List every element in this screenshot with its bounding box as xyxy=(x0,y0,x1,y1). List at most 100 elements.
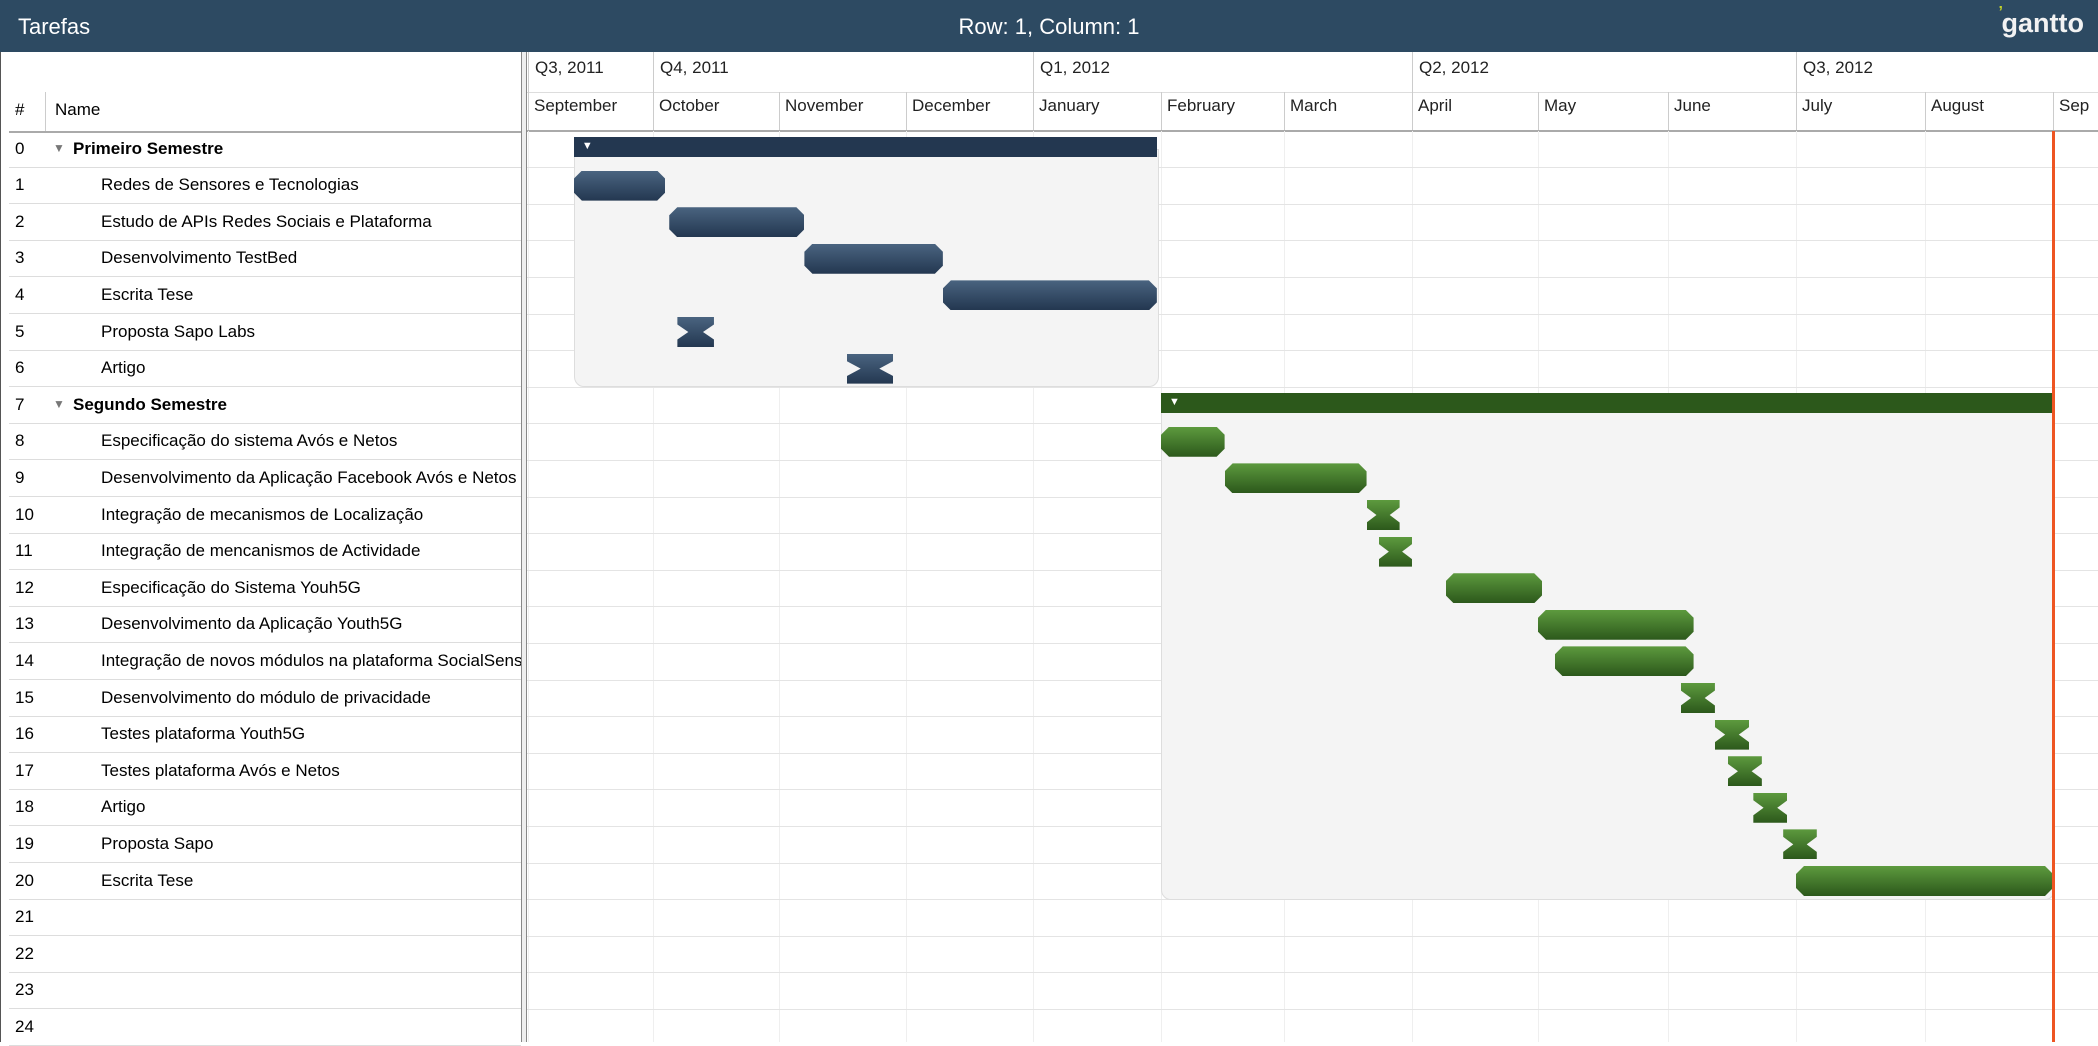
row-number: 14 xyxy=(15,650,34,670)
task-name[interactable]: Testes plataforma Avós e Netos xyxy=(101,761,521,781)
column-header-name[interactable]: Name xyxy=(55,100,100,120)
month-label: January xyxy=(1039,96,1100,115)
task-name[interactable]: Redes de Sensores e Tecnologias xyxy=(101,175,521,195)
month-label: Sep xyxy=(2059,96,2090,115)
month-label: July xyxy=(1802,96,1833,115)
cell-status: Row: 1, Column: 1 xyxy=(958,14,1140,39)
gantto-logo[interactable]: ’ gantto xyxy=(1999,4,2084,39)
task-name[interactable]: Proposta Sapo xyxy=(101,834,521,854)
column-header-number[interactable]: # xyxy=(15,100,24,120)
table-row[interactable]: 24 xyxy=(9,1009,521,1046)
table-row[interactable]: 15 Desenvolvimento do módulo de privacida… xyxy=(9,680,521,717)
table-row[interactable]: 1 Redes de Sensores e Tecnologias xyxy=(9,167,521,205)
quarter-divider xyxy=(1033,52,1034,92)
task-name[interactable]: Especificação do sistema Avós e Netos xyxy=(101,431,521,451)
table-row[interactable]: 21 xyxy=(9,899,521,937)
summary-collapse-icon[interactable]: ▼ xyxy=(582,141,593,152)
table-row[interactable]: 11 Integração de mencanismos de Actividad… xyxy=(9,533,521,571)
task-name[interactable]: Testes plataforma Youth5G xyxy=(101,724,521,744)
table-row[interactable]: 8 Especificação do sistema Avós e Netos xyxy=(9,423,521,461)
column-divider[interactable] xyxy=(45,92,46,131)
title-bar: Tarefas Row: 1, Column: 1 ’ gantto xyxy=(0,0,2098,52)
summary-collapse-icon[interactable]: ▼ xyxy=(1169,397,1180,408)
month-divider xyxy=(1668,92,1669,131)
task-bar[interactable] xyxy=(1796,866,2053,896)
table-row[interactable]: 13 Desenvolvimento da Aplicação Youth5G xyxy=(9,606,521,644)
task-name[interactable]: Desenvolvimento da Aplicação Facebook Av… xyxy=(101,468,521,488)
month-divider xyxy=(1284,92,1285,131)
task-name[interactable]: Artigo xyxy=(101,358,521,378)
month-divider xyxy=(1033,92,1034,131)
task-name[interactable]: Escrita Tese xyxy=(101,871,521,891)
table-row[interactable]: 6 Artigo xyxy=(9,350,521,388)
collapse-triangle-icon[interactable]: ▼ xyxy=(53,141,65,155)
task-bar[interactable] xyxy=(669,207,804,237)
table-row[interactable]: 12 Especificação do Sistema Youh5G xyxy=(9,570,521,607)
table-row[interactable]: 9 Desenvolvimento da Aplicação Facebook A… xyxy=(9,460,521,497)
table-row[interactable]: 2 Estudo de APIs Redes Sociais e Platafor… xyxy=(9,204,521,241)
task-bar[interactable] xyxy=(574,171,665,201)
task-name[interactable]: Proposta Sapo Labs xyxy=(101,322,521,342)
task-name[interactable]: Especificação do Sistema Youh5G xyxy=(101,578,521,598)
table-row[interactable]: 20 Escrita Tese xyxy=(9,863,521,900)
task-name[interactable]: Escrita Tese xyxy=(101,285,521,305)
table-row[interactable]: 3 Desenvolvimento TestBed xyxy=(9,240,521,278)
task-name[interactable]: Desenvolvimento do módulo de privacidade xyxy=(101,688,521,708)
table-row[interactable]: 14 Integração de novos módulos na platafo… xyxy=(9,643,521,680)
month-divider xyxy=(528,92,529,131)
month-label: November xyxy=(785,96,864,115)
summary-bar[interactable]: ▼ xyxy=(1161,393,2053,414)
task-name[interactable]: Desenvolvimento da Aplicação Youth5G xyxy=(101,614,521,634)
task-bar[interactable] xyxy=(1446,573,1543,603)
row-number: 15 xyxy=(15,687,34,707)
task-bar[interactable] xyxy=(943,280,1157,310)
month-divider xyxy=(653,92,654,131)
table-row[interactable]: 23 xyxy=(9,972,521,1010)
table-row[interactable]: 10 Integração de mecanismos de Localizaçã… xyxy=(9,497,521,534)
task-name[interactable]: Segundo Semestre xyxy=(73,395,521,415)
collapse-triangle-icon[interactable]: ▼ xyxy=(53,397,65,411)
task-name[interactable]: Integração de mecanismos de Localização xyxy=(101,505,521,525)
month-label: May xyxy=(1544,96,1577,115)
task-bar[interactable] xyxy=(1555,646,1694,676)
quarter-label: Q3, 2012 xyxy=(1803,58,1873,77)
task-bar[interactable] xyxy=(1161,427,1225,457)
table-row[interactable]: 17 Testes plataforma Avós e Netos xyxy=(9,753,521,790)
row-number: 3 xyxy=(15,248,25,268)
month-label: September xyxy=(534,96,618,115)
row-number: 23 xyxy=(15,980,34,1000)
month-label: February xyxy=(1167,96,1236,115)
task-name[interactable]: Primeiro Semestre xyxy=(73,139,521,159)
gridline-horizontal xyxy=(527,935,2098,937)
task-bar[interactable] xyxy=(1538,610,1694,640)
quarter-label: Q3, 2011 xyxy=(535,58,604,77)
table-row[interactable]: 22 xyxy=(9,936,521,973)
quarter-label: Q4, 2011 xyxy=(660,58,729,77)
month-divider xyxy=(779,92,780,131)
task-name[interactable]: Desenvolvimento TestBed xyxy=(101,248,521,268)
gantt-chart: Q3, 2011 Q4, 2011 Q1, 2012 Q2, 2012 Q3, 2012… xyxy=(527,52,2098,1042)
table-row[interactable]: 5 Proposta Sapo Labs xyxy=(9,314,521,351)
row-number: 2 xyxy=(15,211,25,231)
row-number: 17 xyxy=(15,760,34,780)
table-row[interactable]: 7 ▼ Segundo Semestre xyxy=(9,387,521,424)
table-row[interactable]: 16 Testes plataforma Youth5G xyxy=(9,716,521,754)
grid-header: # Name xyxy=(9,52,521,133)
table-row[interactable]: 18 Artigo xyxy=(9,789,521,827)
row-number: 19 xyxy=(15,833,34,853)
row-number: 0 xyxy=(15,138,25,158)
task-name[interactable]: Integração de mencanismos de Actividade xyxy=(101,541,521,561)
table-row[interactable]: 19 Proposta Sapo xyxy=(9,826,521,863)
row-number: 6 xyxy=(15,358,25,378)
task-name[interactable]: Estudo de APIs Redes Sociais e Plataform… xyxy=(101,212,521,232)
today-line xyxy=(2052,131,2055,1042)
task-name[interactable]: Integração de novos módulos na plataform… xyxy=(101,651,521,671)
row-number: 10 xyxy=(15,504,34,524)
summary-bar[interactable]: ▼ xyxy=(573,137,1157,157)
table-row[interactable]: 4 Escrita Tese xyxy=(9,277,521,314)
row-number: 16 xyxy=(15,724,34,744)
task-bar[interactable] xyxy=(1225,463,1367,493)
task-bar[interactable] xyxy=(804,244,942,274)
table-row[interactable]: 0 ▼ Primeiro Semestre xyxy=(9,131,521,168)
task-name[interactable]: Artigo xyxy=(101,797,521,817)
